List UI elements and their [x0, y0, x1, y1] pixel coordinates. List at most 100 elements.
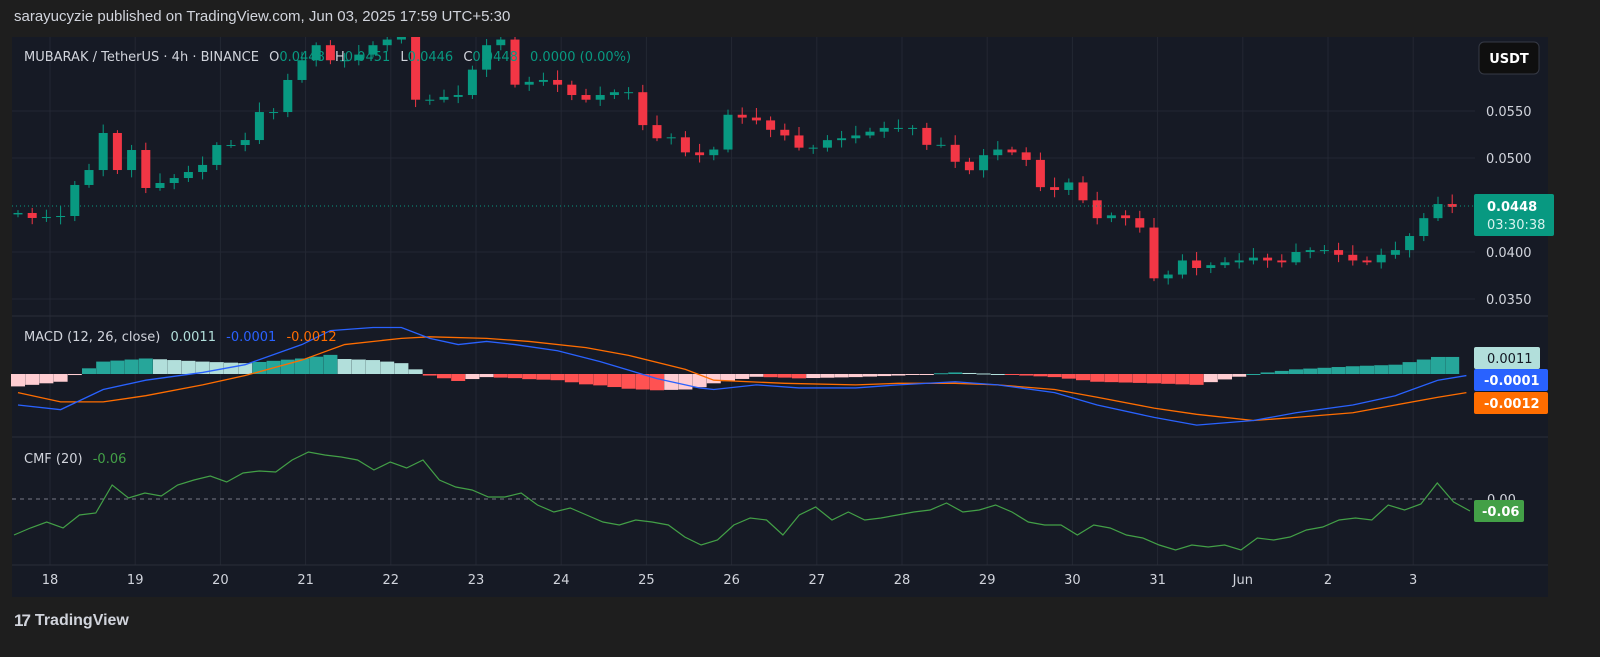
- candle-up[interactable]: [453, 95, 463, 97]
- candle-up[interactable]: [1319, 250, 1329, 252]
- currency-button[interactable]: USDT: [1478, 41, 1540, 75]
- candle-down[interactable]: [1135, 218, 1145, 228]
- symbol-label[interactable]: MUBARAK / TetherUS · 4h · BINANCE: [24, 50, 259, 65]
- candle-down[interactable]: [1035, 159, 1045, 188]
- candle-up[interactable]: [382, 39, 392, 46]
- candle-up[interactable]: [993, 149, 1003, 156]
- candle-up[interactable]: [84, 170, 94, 185]
- cmf-title[interactable]: CMF (20): [24, 452, 83, 467]
- macd-histogram-bar: [1218, 374, 1232, 380]
- candle-up[interactable]: [1220, 262, 1230, 266]
- candle-up[interactable]: [595, 95, 605, 100]
- candle-up[interactable]: [254, 112, 264, 141]
- candle-down[interactable]: [1121, 215, 1131, 219]
- candle-up[interactable]: [240, 140, 250, 146]
- candle-up[interactable]: [723, 114, 733, 150]
- candle-down[interactable]: [1092, 200, 1102, 219]
- candle-up[interactable]: [879, 127, 889, 132]
- candle-down[interactable]: [1192, 260, 1202, 268]
- candle-down[interactable]: [567, 84, 577, 96]
- candle-up[interactable]: [226, 145, 236, 147]
- candle-up[interactable]: [624, 92, 634, 94]
- candle-up[interactable]: [98, 132, 108, 171]
- candle-up[interactable]: [198, 164, 208, 173]
- candle-up[interactable]: [439, 96, 449, 100]
- candle-up[interactable]: [467, 69, 477, 96]
- candle-up[interactable]: [666, 137, 676, 139]
- candle-up[interactable]: [1234, 260, 1244, 263]
- candle-up[interactable]: [808, 147, 818, 149]
- macd-histogram-bar: [934, 373, 948, 375]
- chart-svg[interactable]: 0.05500.05000.04000.0350 18 19 20 21 22 23 24 2…: [0, 0, 1600, 657]
- candle-up[interactable]: [1419, 218, 1429, 237]
- candle-up[interactable]: [1291, 252, 1301, 263]
- candle-down[interactable]: [638, 92, 648, 126]
- candle-down[interactable]: [1362, 260, 1372, 263]
- candle-up[interactable]: [283, 79, 293, 113]
- candle-up[interactable]: [609, 92, 619, 96]
- candle-up[interactable]: [56, 215, 66, 218]
- candle-down[interactable]: [1334, 250, 1344, 255]
- candle-up[interactable]: [1064, 182, 1074, 190]
- candle-up[interactable]: [13, 212, 23, 215]
- candle-down[interactable]: [1078, 182, 1088, 201]
- candle-up[interactable]: [41, 217, 51, 219]
- candle-up[interactable]: [212, 145, 222, 165]
- candle-down[interactable]: [751, 117, 761, 121]
- candle-down[interactable]: [695, 152, 705, 156]
- candle-up[interactable]: [496, 39, 506, 46]
- candle-up[interactable]: [396, 30, 406, 40]
- candle-down[interactable]: [1050, 187, 1060, 190]
- candle-up[interactable]: [169, 178, 179, 184]
- candle-up[interactable]: [1248, 257, 1258, 261]
- candle-up[interactable]: [1390, 250, 1400, 255]
- candle-up[interactable]: [1163, 274, 1173, 279]
- candle-down[interactable]: [553, 79, 563, 85]
- candle-up[interactable]: [837, 138, 847, 141]
- candle-down[interactable]: [737, 114, 747, 118]
- macd-title[interactable]: MACD (12, 26, close): [24, 330, 160, 345]
- candle-up[interactable]: [936, 144, 946, 146]
- candle-up[interactable]: [1305, 250, 1315, 252]
- candle-down[interactable]: [581, 95, 591, 100]
- candle-up[interactable]: [908, 127, 918, 129]
- candle-down[interactable]: [27, 212, 37, 218]
- candle-up[interactable]: [155, 183, 165, 188]
- candle-down[interactable]: [680, 137, 690, 153]
- candle-down[interactable]: [964, 161, 974, 171]
- candle-down[interactable]: [112, 132, 122, 171]
- candle-down[interactable]: [1277, 260, 1287, 263]
- candle-up[interactable]: [1106, 215, 1116, 219]
- candle-up[interactable]: [1177, 260, 1187, 275]
- candle-up[interactable]: [183, 172, 193, 179]
- candle-up[interactable]: [1376, 254, 1386, 263]
- candle-down[interactable]: [652, 125, 662, 139]
- footer-brand[interactable]: 17 TradingView: [14, 611, 129, 631]
- candle-up[interactable]: [893, 127, 903, 129]
- candle-down[interactable]: [1007, 149, 1017, 153]
- candle-down[interactable]: [950, 144, 960, 162]
- candle-up[interactable]: [269, 112, 279, 114]
- candle-up[interactable]: [979, 155, 989, 171]
- candle-down[interactable]: [766, 120, 776, 130]
- candle-down[interactable]: [922, 127, 932, 145]
- candle-up[interactable]: [709, 149, 719, 156]
- candle-up[interactable]: [538, 79, 548, 82]
- candle-down[interactable]: [780, 129, 790, 136]
- candle-down[interactable]: [141, 150, 151, 188]
- candle-up[interactable]: [822, 140, 832, 148]
- candle-up[interactable]: [851, 135, 861, 139]
- candle-up[interactable]: [865, 131, 875, 136]
- candle-down[interactable]: [1263, 257, 1273, 261]
- candle-up[interactable]: [70, 184, 80, 216]
- candle-up[interactable]: [1206, 265, 1216, 268]
- candle-up[interactable]: [1405, 236, 1415, 251]
- candle-down[interactable]: [794, 135, 804, 148]
- candle-up[interactable]: [1433, 204, 1443, 219]
- candle-up[interactable]: [127, 150, 137, 171]
- candle-up[interactable]: [524, 81, 534, 85]
- candle-down[interactable]: [1149, 227, 1159, 279]
- candle-down[interactable]: [1348, 254, 1358, 261]
- candle-up[interactable]: [425, 99, 435, 101]
- candle-down[interactable]: [1021, 152, 1031, 160]
